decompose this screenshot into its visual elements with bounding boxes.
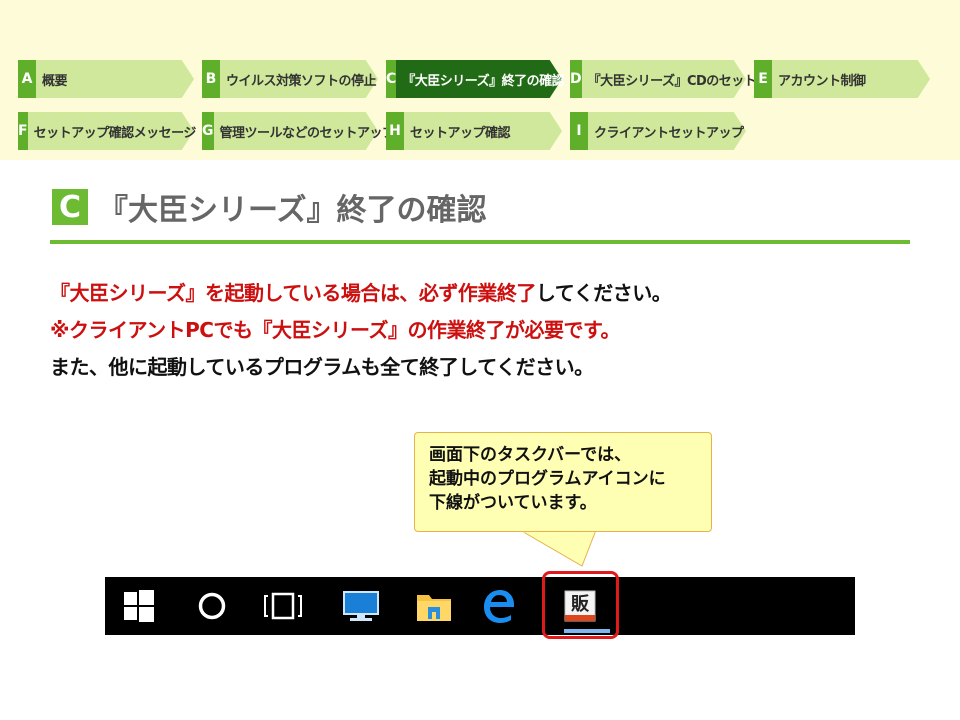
edge-icon[interactable]	[472, 577, 526, 635]
windows-taskbar: 販	[105, 577, 855, 635]
instruction-plain: してください。	[535, 281, 672, 305]
nav-letter: B	[202, 60, 220, 98]
nav-row-1: A 概要 B ウイルス対策ソフトの停止 C 『大臣シリーズ』終了の確認 D 『大…	[18, 60, 938, 98]
nav-label: セットアップ確認	[410, 125, 511, 141]
nav-label: ウイルス対策ソフトの停止	[226, 73, 377, 89]
nav-item-i[interactable]: I クライアントセットアップ	[570, 112, 746, 150]
nav-item-e[interactable]: E アカウント制御	[754, 60, 930, 98]
instruction-line-2: ※クライアントPCでも『大臣シリーズ』の作業終了が必要です。	[50, 318, 620, 342]
nav-letter: I	[570, 112, 588, 150]
nav-letter: A	[18, 60, 36, 98]
nav-letter: D	[570, 60, 582, 98]
nav-item-f[interactable]: F セットアップ確認メッセージ	[18, 112, 197, 150]
nav-letter: G	[202, 112, 214, 150]
callout-line-3: 下線がついています。	[429, 493, 597, 513]
nav-letter: H	[386, 112, 404, 150]
nav-item-h[interactable]: H セットアップ確認	[386, 112, 562, 150]
nav-letter: C	[386, 60, 397, 98]
nav-label: セットアップ確認メッセージ	[33, 125, 197, 141]
nav-label: 『大臣シリーズ』終了の確認	[402, 73, 565, 89]
instruction-emphasis: 『大臣シリーズ』を起動している場合は、必ず作業終了	[50, 281, 536, 305]
file-explorer-icon[interactable]	[407, 577, 461, 635]
callout-line-1: 画面下のタスクバーでは、	[429, 445, 632, 465]
nav-label: クライアントセットアップ	[594, 125, 744, 141]
cortana-icon[interactable]	[185, 577, 239, 635]
taskbar-tip-callout: 画面下のタスクバーでは、 起動中のプログラムアイコンに 下線がついています。	[414, 432, 712, 532]
app-highlight-frame	[542, 571, 619, 639]
nav-label: 概要	[42, 73, 68, 89]
nav-item-c-active[interactable]: C 『大臣シリーズ』終了の確認	[386, 60, 565, 98]
nav-letter: F	[18, 112, 28, 150]
windows-start-icon[interactable]	[112, 577, 166, 635]
nav-letter: E	[754, 60, 772, 98]
section-letter-badge: C	[52, 189, 88, 225]
nav-row-2: F セットアップ確認メッセージ G 管理ツールなどのセットアップ H セットアッ…	[18, 112, 754, 150]
page-title: 『大臣シリーズ』終了の確認	[98, 193, 487, 228]
nav-label: 管理ツールなどのセットアップ	[219, 125, 396, 141]
nav-label: 『大臣シリーズ』CDのセット	[587, 73, 757, 89]
nav-label: アカウント制御	[778, 73, 866, 89]
nav-item-b[interactable]: B ウイルス対策ソフトの停止	[202, 60, 378, 98]
nav-item-d[interactable]: D 『大臣シリーズ』CDのセット	[570, 60, 757, 98]
nav-item-a[interactable]: A 概要	[18, 60, 194, 98]
instruction-line-3: また、他に起動しているプログラムも全て終了してください。	[50, 355, 594, 379]
task-view-icon[interactable]	[256, 577, 310, 635]
instruction-line-1: 『大臣シリーズ』を起動している場合は、必ず作業終了してください。	[50, 277, 930, 306]
section-heading: C 『大臣シリーズ』終了の確認	[52, 185, 487, 229]
nav-item-g[interactable]: G 管理ツールなどのセットアップ	[202, 112, 395, 150]
computer-icon[interactable]	[334, 577, 388, 635]
title-divider	[50, 240, 910, 244]
callout-line-2: 起動中のプログラムアイコンに	[429, 469, 666, 489]
